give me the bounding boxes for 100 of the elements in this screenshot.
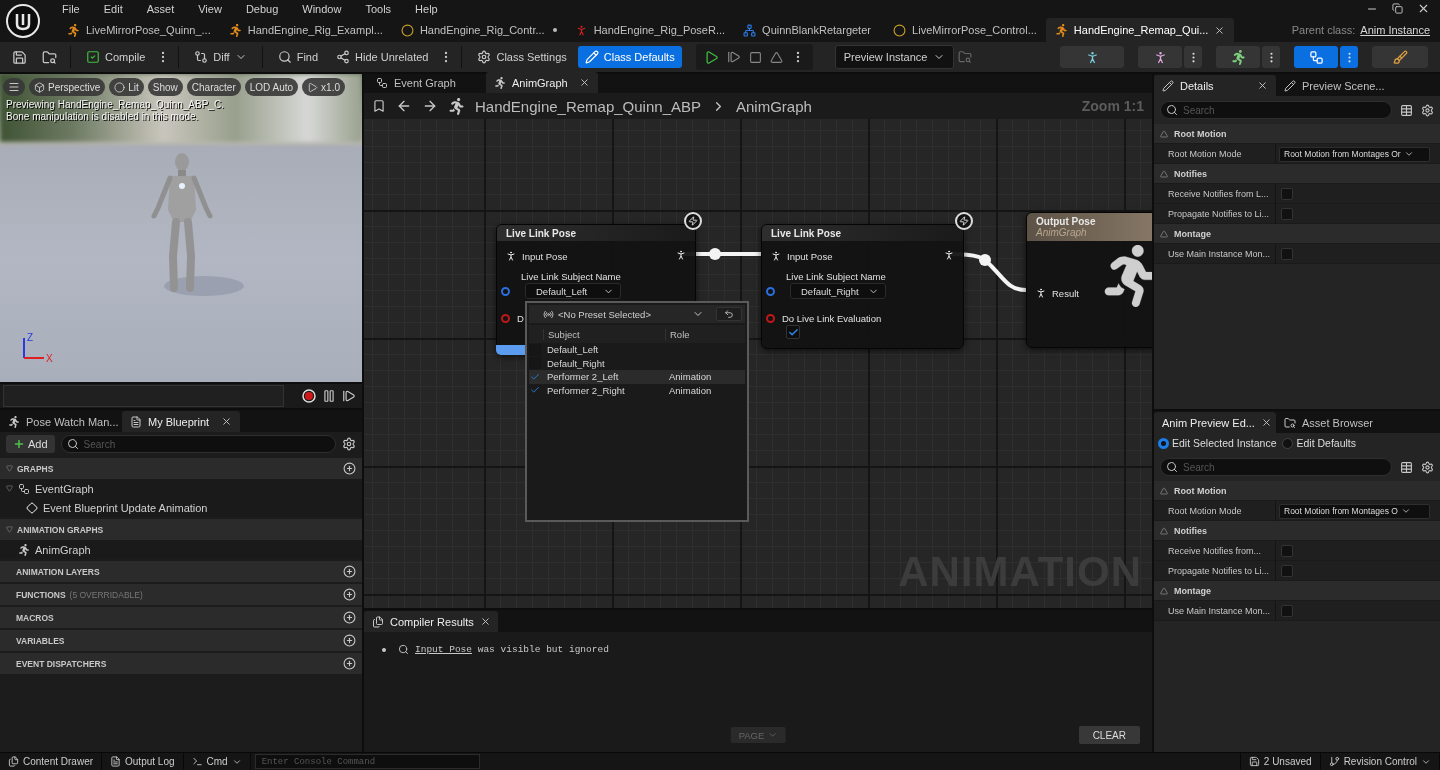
breadcrumb-item[interactable]: HandEngine_Remap_Quinn_ABP [475, 97, 701, 115]
menu-item[interactable]: Edit [91, 2, 135, 15]
add-icon[interactable] [343, 611, 356, 624]
section-header[interactable]: EVENT DISPATCHERS [0, 653, 362, 674]
toolbar-button[interactable]: Hide Unrelated [329, 46, 436, 68]
table-icon[interactable] [1400, 460, 1413, 474]
preview-instance-dropdown[interactable]: Preview Instance [834, 45, 955, 69]
mode-options-button[interactable] [1262, 46, 1280, 68]
graph-tab[interactable]: Event Graph [368, 72, 486, 93]
subject-row[interactable]: Performer 2_Left Animation [529, 370, 745, 384]
toolbar-button[interactable]: Find [270, 46, 326, 68]
parent-class-link[interactable]: Anim Instance [1360, 24, 1430, 36]
property-dropdown[interactable]: Root Motion from Montages Or [1279, 146, 1430, 162]
folder-search-icon[interactable] [958, 50, 973, 64]
bool-pin-icon[interactable] [766, 313, 775, 323]
viewport-button[interactable]: Perspective [29, 78, 106, 96]
panel-tab[interactable]: Pose Watch Man... [0, 411, 122, 432]
category-header[interactable]: Root Motion [1154, 481, 1440, 501]
subject-dropdown[interactable]: Default_Right [790, 283, 886, 299]
toolbar-button[interactable]: Class Settings [470, 46, 574, 68]
panel-tab[interactable]: Preview Scene... [1276, 75, 1416, 96]
menu-item[interactable]: Tools [353, 2, 404, 15]
panel-tab[interactable]: Asset Browser [1276, 412, 1416, 433]
radio-dot[interactable] [1158, 437, 1169, 449]
pause-icon[interactable] [322, 389, 336, 403]
mode-button[interactable] [1294, 46, 1338, 68]
category-header[interactable]: Montage [1154, 581, 1440, 601]
graph-tab[interactable]: AnimGraph [486, 72, 598, 93]
section-header[interactable]: ANIMATION GRAPHS [0, 519, 362, 540]
search-field[interactable]: Search [1160, 101, 1392, 119]
settings-icon[interactable] [1421, 460, 1434, 474]
section-header[interactable]: GRAPHS [0, 458, 362, 479]
document-tab[interactable]: QuinnBlankRetargeter [734, 18, 885, 42]
viewport-button[interactable]: Character [186, 78, 241, 96]
panel-tab[interactable]: Anim Preview Ed... [1154, 412, 1276, 433]
section-header[interactable]: FUNCTIONS (5 OVERRIDABLE) [0, 584, 362, 605]
add-icon[interactable] [343, 634, 356, 647]
subject-row[interactable]: Default_Right [529, 356, 745, 370]
bookmark-icon[interactable] [372, 99, 386, 113]
panel-tab[interactable]: Details [1154, 75, 1276, 96]
bool-pin-icon[interactable] [501, 313, 510, 323]
column-header[interactable]: Subject [543, 328, 665, 340]
graph-canvas[interactable] [364, 119, 1152, 608]
eject-icon[interactable] [769, 50, 783, 64]
settings-icon[interactable] [1421, 103, 1434, 117]
close-icon[interactable] [221, 416, 232, 427]
close-icon[interactable] [579, 77, 590, 88]
record-icon[interactable] [302, 389, 316, 403]
forward-arrow-icon[interactable] [422, 98, 438, 114]
menu-item[interactable]: Window [290, 2, 354, 15]
document-tab[interactable]: HandEngine_Rig_PoseR... [565, 18, 735, 42]
column-header[interactable]: Role [665, 328, 745, 340]
back-arrow-icon[interactable] [396, 98, 412, 114]
menu-item[interactable]: Debug [233, 2, 291, 15]
document-tab[interactable]: HandEngine_Rig_Exampl... [219, 18, 392, 42]
unsaved-button[interactable]: 2 Unsaved [1239, 752, 1321, 770]
property-checkbox[interactable] [1281, 208, 1293, 220]
property-checkbox[interactable] [1281, 605, 1293, 617]
revert-button[interactable] [716, 307, 742, 321]
toolbar-button[interactable]: Diff [187, 46, 254, 68]
viewport-button[interactable]: x1.0 [302, 78, 345, 96]
close-icon[interactable] [1417, 2, 1430, 15]
engine-logo[interactable] [6, 4, 40, 38]
console-input[interactable]: Enter Console Command [254, 754, 480, 769]
add-icon[interactable] [343, 565, 356, 578]
revision-control-button[interactable]: Revision Control [1320, 752, 1440, 770]
radio-option[interactable]: Edit Defaults [1282, 437, 1356, 449]
category-header[interactable]: Root Motion [1154, 124, 1440, 144]
property-checkbox[interactable] [1281, 545, 1293, 557]
search-field[interactable]: Search [60, 435, 336, 453]
close-icon[interactable] [1214, 24, 1226, 36]
add-icon[interactable] [343, 657, 356, 670]
breadcrumb-item[interactable]: AnimGraph [736, 97, 812, 115]
mode-button[interactable] [1372, 46, 1428, 68]
document-tab[interactable]: HandEngine_Rig_Contr... [391, 18, 566, 42]
menu-item[interactable]: Asset [134, 2, 187, 15]
add-icon[interactable] [343, 462, 356, 475]
graph-node[interactable]: Output Pose AnimGraph Result [1026, 212, 1152, 348]
mode-button[interactable] [1216, 46, 1260, 68]
step-icon[interactable] [342, 389, 356, 403]
category-header[interactable]: Montage [1154, 224, 1440, 244]
compiler-tab[interactable]: Compiler Results [364, 611, 498, 632]
document-tab[interactable]: LiveMirrorPose_Control... [884, 18, 1046, 42]
viewport-button[interactable]: Lit [109, 78, 144, 96]
add-button[interactable]: Add [6, 435, 55, 453]
cmd-dropdown[interactable]: Cmd [183, 752, 251, 770]
table-icon[interactable] [1400, 103, 1413, 117]
viewport-button[interactable]: LOD Auto [244, 78, 299, 96]
graph-node[interactable]: Live Link Pose Input Pose Live Link Subject Name Default_Right Do Live Link Evaluation [761, 224, 964, 349]
document-tab[interactable]: HandEngine_Remap_Qui... [1045, 18, 1235, 42]
mode-button[interactable] [1138, 46, 1182, 68]
toolbar-button[interactable]: Compile [79, 46, 153, 68]
section-header[interactable]: ANIMATION LAYERS [0, 561, 362, 582]
panel-tab[interactable]: My Blueprint [122, 411, 240, 432]
menu-item[interactable]: File [50, 2, 92, 15]
node-link[interactable]: Input Pose [415, 644, 472, 655]
close-icon[interactable] [1260, 417, 1272, 428]
section-header[interactable]: MACROS [0, 607, 362, 628]
close-icon[interactable] [1257, 80, 1268, 91]
settings-icon[interactable] [342, 437, 356, 451]
